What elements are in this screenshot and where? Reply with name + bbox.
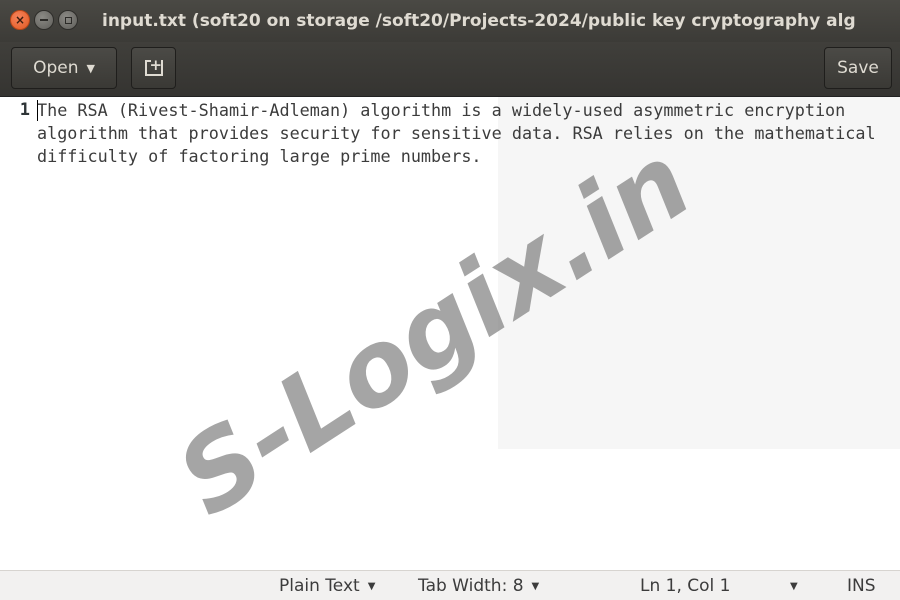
line-number: 1 (19, 100, 30, 120)
tab-width-selector[interactable]: Tab Width: 8 ▼ (418, 576, 539, 596)
header-bar: Open ▼ Save (0, 42, 900, 97)
close-icon[interactable]: × (10, 10, 30, 30)
window-title: input.txt (soft20 on storage /soft20/Pro… (102, 11, 856, 31)
insert-mode-indicator: INS (847, 576, 876, 596)
status-bar: Plain Text ▼ Tab Width: 8 ▼ Ln 1, Col 1 ▼ … (0, 570, 900, 600)
language-selector[interactable]: Plain Text ▼ (279, 576, 375, 596)
text-cursor (37, 100, 38, 121)
line-number-gutter: 1 (0, 97, 34, 570)
chevron-down-icon[interactable]: ▼ (790, 581, 798, 592)
minimize-icon[interactable] (34, 10, 54, 30)
open-button[interactable]: Open ▼ (11, 47, 117, 89)
tab-width-label: Tab Width: 8 (418, 576, 524, 596)
chevron-down-icon: ▼ (531, 581, 540, 592)
chevron-down-icon: ▼ (86, 61, 95, 75)
save-button[interactable]: Save (824, 47, 892, 89)
new-document-button[interactable] (131, 47, 176, 89)
window-controls: × (10, 10, 78, 30)
new-document-icon (144, 56, 163, 76)
language-label: Plain Text (279, 576, 360, 596)
chevron-down-icon: ▼ (367, 581, 376, 592)
open-button-label: Open (33, 58, 79, 78)
document-text[interactable]: The RSA (Rivest-Shamir-Adleman) algorith… (37, 99, 895, 168)
cursor-position[interactable]: Ln 1, Col 1 (640, 576, 731, 596)
title-bar: × input.txt (soft20 on storage /soft20/P… (0, 0, 900, 42)
maximize-icon[interactable] (58, 10, 78, 30)
text-editor[interactable]: 1 The RSA (Rivest-Shamir-Adleman) algori… (0, 97, 900, 570)
save-button-label: Save (837, 58, 879, 78)
